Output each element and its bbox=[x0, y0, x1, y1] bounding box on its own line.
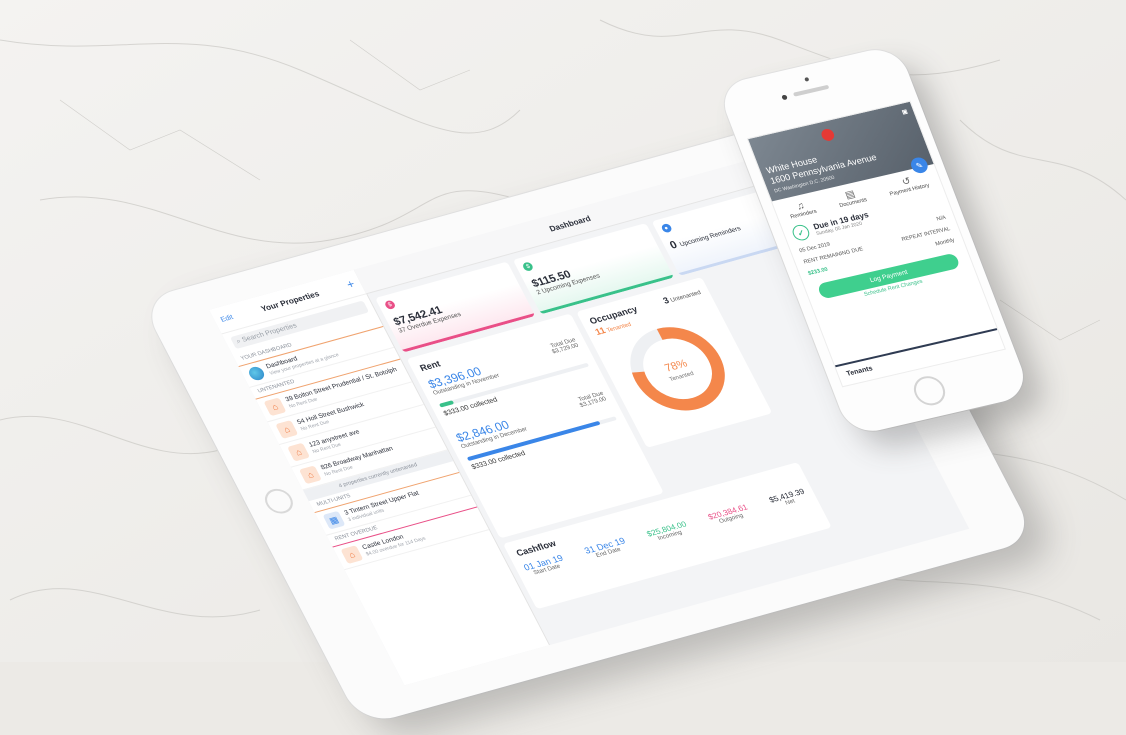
tenanted-count: 11 bbox=[593, 325, 608, 337]
house-icon: ⌂ bbox=[263, 397, 287, 417]
phone-sensor bbox=[804, 77, 810, 82]
incoming-stat: $25,804.00 Incoming bbox=[645, 520, 691, 544]
dollar-icon: $ bbox=[383, 299, 397, 311]
bell-icon: ● bbox=[659, 222, 673, 234]
card-label: Upcoming Reminders bbox=[678, 225, 743, 249]
house-icon: ⌂ bbox=[287, 442, 311, 462]
sidebar-title: Your Properties bbox=[259, 288, 321, 313]
edit-button[interactable]: Edit bbox=[219, 314, 234, 324]
building-icon: ▦ bbox=[322, 510, 346, 530]
rent-remaining-value: $233.00 bbox=[807, 266, 829, 277]
start-date-field[interactable]: 01 Jan 19 Start Date bbox=[522, 553, 568, 578]
phone-speaker bbox=[792, 84, 830, 97]
house-icon: ⌂ bbox=[340, 545, 364, 565]
page-title: Dashboard bbox=[547, 213, 593, 234]
phone-home-button[interactable] bbox=[909, 373, 950, 409]
net-stat: $5,419.39 Net bbox=[768, 487, 809, 510]
end-date-field[interactable]: 31 Dec 19 End Date bbox=[583, 536, 630, 561]
house-icon: ⌂ bbox=[275, 420, 299, 439]
tablet-home-button[interactable] bbox=[260, 485, 298, 517]
date-to-field[interactable]: N/A bbox=[936, 215, 947, 223]
repeat-interval-value[interactable]: Monthly bbox=[935, 237, 956, 247]
check-icon: ✓ bbox=[790, 223, 812, 242]
add-property-button[interactable]: + bbox=[344, 277, 357, 292]
outgoing-stat: $20,384.61 Outgoing bbox=[706, 503, 752, 527]
nov-progress-fill bbox=[438, 400, 455, 408]
map-pin-icon: ⬤ bbox=[818, 126, 837, 143]
camera-icon[interactable]: ◙ bbox=[901, 107, 909, 117]
phone-camera bbox=[781, 94, 788, 101]
dollar-icon: $ bbox=[521, 261, 535, 272]
globe-icon bbox=[246, 365, 267, 382]
untenanted-count: 3 bbox=[661, 295, 671, 306]
house-icon: ⌂ bbox=[298, 465, 322, 485]
